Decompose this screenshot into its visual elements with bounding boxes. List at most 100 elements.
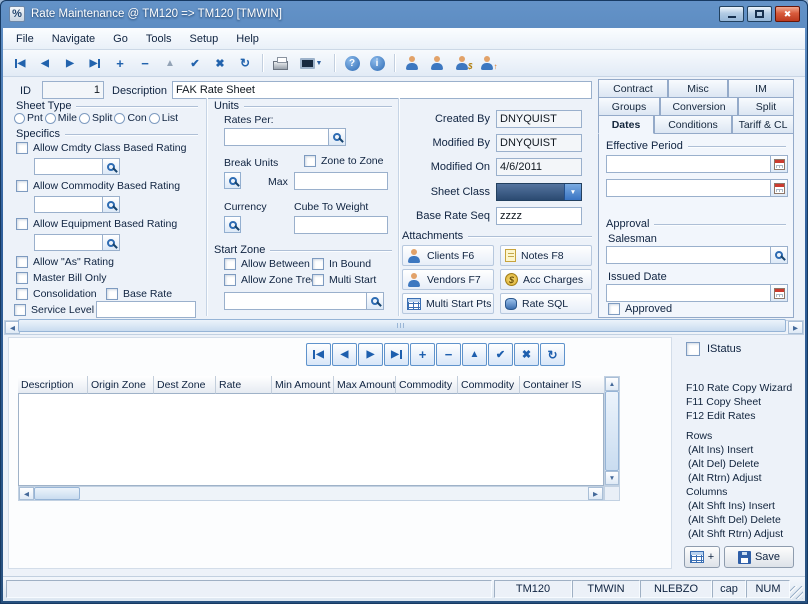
save-button[interactable]: Save bbox=[724, 546, 794, 568]
scroll-left-button[interactable]: ◀ bbox=[19, 487, 34, 500]
grid-add-button[interactable]: + bbox=[684, 546, 720, 568]
grid-accept-button[interactable]: ✔ bbox=[488, 343, 513, 366]
effective-from-calendar-button[interactable] bbox=[770, 156, 787, 172]
add-record-button[interactable]: + bbox=[108, 52, 132, 75]
notes-f8-button[interactable]: Notes F8 bbox=[500, 245, 592, 266]
tab-split[interactable]: Split bbox=[738, 97, 794, 116]
scrollbar-thumb[interactable] bbox=[34, 487, 80, 500]
commodity-field[interactable] bbox=[34, 196, 120, 213]
tab-tariff-cl[interactable]: Tariff & CL bbox=[732, 115, 794, 134]
effective-to-field[interactable] bbox=[606, 179, 788, 197]
scroll-up-button[interactable]: ▲ bbox=[605, 377, 619, 391]
multi-start-checkbox[interactable] bbox=[312, 274, 324, 286]
form-horizontal-scrollbar[interactable]: ◀ ▶ bbox=[4, 320, 804, 335]
service-level-checkbox[interactable] bbox=[14, 304, 26, 316]
help-button[interactable]: ? bbox=[340, 52, 364, 75]
effective-from-field[interactable] bbox=[606, 155, 788, 173]
issued-date-input[interactable] bbox=[607, 285, 770, 301]
issued-date-calendar-button[interactable] bbox=[770, 285, 787, 301]
first-record-button[interactable]: ◀ bbox=[8, 52, 32, 75]
sheet-class-combo[interactable]: ▼ bbox=[496, 183, 582, 201]
menu-help[interactable]: Help bbox=[227, 28, 268, 50]
rates-per-field[interactable] bbox=[224, 128, 346, 146]
col-header-rate[interactable]: Rate bbox=[216, 376, 272, 394]
col-header-max-amount[interactable]: Max Amount bbox=[334, 376, 396, 394]
user-export-button[interactable]: ↑ bbox=[475, 52, 499, 75]
menu-file[interactable]: File bbox=[7, 28, 43, 50]
radio-split[interactable] bbox=[79, 113, 90, 124]
menu-go[interactable]: Go bbox=[104, 28, 137, 50]
user-charges-button[interactable]: $ bbox=[450, 52, 474, 75]
grid-vertical-scrollbar[interactable]: ▲ ▼ bbox=[604, 376, 620, 486]
scroll-right-button[interactable]: ▶ bbox=[788, 321, 803, 334]
multi-start-pts-button[interactable]: Multi Start Pts bbox=[402, 293, 494, 314]
rates-per-input[interactable] bbox=[225, 129, 328, 145]
tab-conversion[interactable]: Conversion bbox=[660, 97, 738, 116]
cancel-button[interactable]: ✖ bbox=[208, 52, 232, 75]
istatus-checkbox[interactable] bbox=[686, 342, 700, 356]
effective-from-input[interactable] bbox=[607, 156, 770, 172]
tab-dates[interactable]: Dates bbox=[598, 115, 654, 134]
start-zone-field[interactable] bbox=[224, 292, 384, 310]
menu-tools[interactable]: Tools bbox=[137, 28, 181, 50]
allow-zone-tree-checkbox[interactable] bbox=[224, 274, 236, 286]
tab-misc[interactable]: Misc bbox=[668, 79, 728, 98]
zone-to-zone-checkbox[interactable] bbox=[304, 155, 316, 167]
col-header-container[interactable]: Container IS bbox=[520, 376, 604, 394]
info-button[interactable]: i bbox=[365, 52, 389, 75]
menu-navigate[interactable]: Navigate bbox=[43, 28, 104, 50]
tab-im[interactable]: IM bbox=[728, 79, 794, 98]
base-rate-checkbox[interactable] bbox=[106, 288, 118, 300]
grid-refresh-button[interactable]: ↻ bbox=[540, 343, 565, 366]
radio-list[interactable] bbox=[149, 113, 160, 124]
in-bound-checkbox[interactable] bbox=[312, 258, 324, 270]
salesman-lookup-button[interactable] bbox=[770, 247, 787, 263]
start-zone-lookup-button[interactable] bbox=[366, 293, 383, 309]
commodity-input[interactable] bbox=[35, 197, 102, 212]
issued-date-field[interactable] bbox=[606, 284, 788, 302]
tab-groups[interactable]: Groups bbox=[598, 97, 660, 116]
scrollbar-thumb[interactable] bbox=[605, 391, 619, 471]
col-header-commodity-1[interactable]: Commodity bbox=[396, 376, 458, 394]
title-bar[interactable]: % Rate Maintenance @ TM120 => TM120 [TMW… bbox=[0, 0, 808, 28]
col-header-dest-zone[interactable]: Dest Zone bbox=[154, 376, 216, 394]
grid-add-row-button[interactable]: + bbox=[410, 343, 435, 366]
previous-record-button[interactable]: ◀ bbox=[33, 52, 57, 75]
service-level-field[interactable] bbox=[96, 301, 196, 318]
clients-f6-button[interactable]: Clients F6 bbox=[402, 245, 494, 266]
minimize-button[interactable] bbox=[719, 6, 744, 22]
equipment-input[interactable] bbox=[35, 235, 102, 250]
allow-commodity-checkbox[interactable] bbox=[16, 180, 28, 192]
tab-conditions[interactable]: Conditions bbox=[654, 115, 732, 134]
cmdty-class-field[interactable] bbox=[34, 158, 120, 175]
master-bill-checkbox[interactable] bbox=[16, 272, 28, 284]
vendors-toolbar-button[interactable] bbox=[425, 52, 449, 75]
allow-equipment-checkbox[interactable] bbox=[16, 218, 28, 230]
rates-per-lookup-button[interactable] bbox=[328, 129, 345, 145]
equipment-lookup-button[interactable] bbox=[102, 235, 119, 250]
undo-button[interactable]: ▲ bbox=[158, 52, 182, 75]
scroll-down-button[interactable]: ▼ bbox=[605, 471, 619, 485]
grid-horizontal-scrollbar[interactable]: ◀ ▶ bbox=[18, 486, 604, 501]
close-button[interactable]: ✖ bbox=[775, 6, 800, 22]
allow-cmdty-class-checkbox[interactable] bbox=[16, 142, 28, 154]
col-header-description[interactable]: Description bbox=[18, 376, 88, 394]
salesman-input[interactable] bbox=[607, 247, 770, 263]
effective-to-calendar-button[interactable] bbox=[770, 180, 787, 196]
radio-mile[interactable] bbox=[45, 113, 56, 124]
grid-first-button[interactable]: ◀ bbox=[306, 343, 331, 366]
scroll-right-button[interactable]: ▶ bbox=[588, 487, 603, 500]
col-header-origin-zone[interactable]: Origin Zone bbox=[88, 376, 154, 394]
resize-grip[interactable] bbox=[790, 586, 803, 599]
print-button[interactable] bbox=[268, 52, 292, 75]
menu-setup[interactable]: Setup bbox=[181, 28, 228, 50]
id-field[interactable] bbox=[42, 81, 104, 99]
approved-checkbox[interactable] bbox=[608, 303, 620, 315]
grid-last-button[interactable]: ▶ bbox=[384, 343, 409, 366]
next-record-button[interactable]: ▶ bbox=[58, 52, 82, 75]
clients-toolbar-button[interactable] bbox=[400, 52, 424, 75]
grid-delete-row-button[interactable]: − bbox=[436, 343, 461, 366]
equipment-field[interactable] bbox=[34, 234, 120, 251]
break-units-lookup-button[interactable] bbox=[224, 172, 241, 189]
max-field[interactable] bbox=[294, 172, 388, 190]
